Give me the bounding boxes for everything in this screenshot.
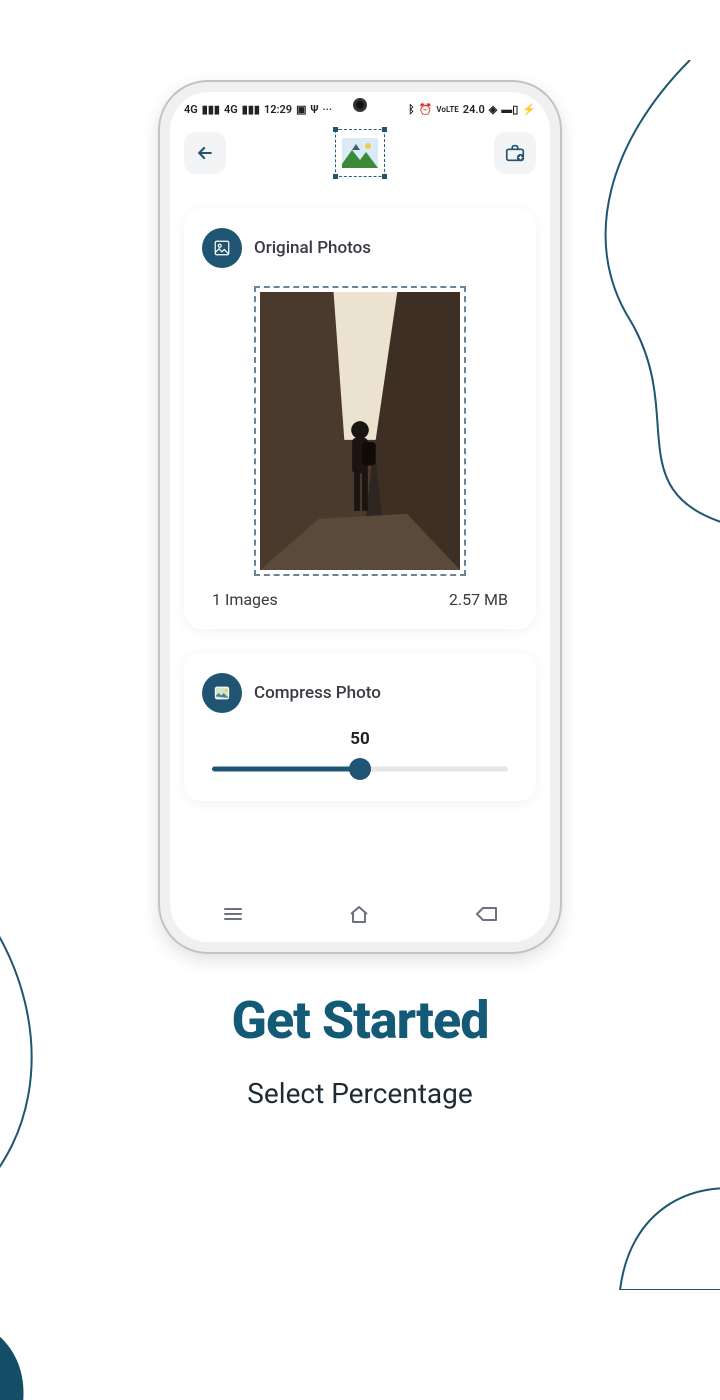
battery-icon: ▬▯ [501,103,518,116]
recent-apps-icon[interactable] [221,902,245,926]
compress-icon [202,673,242,713]
signal-bars-icon: ▮▮▮ [202,103,220,116]
back-softkey-icon[interactable] [473,902,499,926]
app-logo [335,129,385,177]
decor-curve-top-right [570,60,720,540]
image-size-label: 2.57 MB [449,590,508,609]
compress-photo-card: Compress Photo 50 [184,653,536,801]
signal-bars-icon: ▮▮▮ [242,103,260,116]
more-icon: ··· [322,103,332,116]
slider-fill [212,767,360,772]
back-button[interactable] [184,132,226,174]
image-count-label: 1 Images [212,590,278,609]
alarm-icon: ⏰ [419,103,433,116]
headline-title: Get Started [0,990,720,1051]
action-button[interactable] [494,132,536,174]
speed-value: 24.0 [463,103,485,116]
briefcase-add-icon [504,142,526,164]
page-headline: Get Started Select Percentage [0,990,720,1110]
signal-4g-b: 4G [224,103,238,116]
slider-knob[interactable] [349,758,371,780]
slider-value: 50 [202,729,518,749]
percentage-slider[interactable] [212,757,508,781]
decor-curve-bottom-right [550,1150,720,1290]
headline-subtitle: Select Percentage [0,1077,720,1110]
usb-icon: Ψ [310,103,318,116]
arrow-left-icon [195,143,215,163]
volte-icon: VoLTE [436,105,458,114]
app-header [170,122,550,184]
photo-thumbnail [260,292,460,570]
photo-thumbnail-frame[interactable] [254,286,466,576]
front-camera [353,98,367,112]
compress-photo-title: Compress Photo [254,683,381,703]
do-not-disturb-icon: ▣ [296,103,306,116]
clock: 12:29 [264,103,292,116]
original-photos-card: Original Photos 1 Ima [184,208,536,629]
wifi-icon: ◈ [489,103,497,116]
original-photos-title: Original Photos [254,238,371,258]
home-icon[interactable] [347,902,371,926]
phone-mockup: 4G ▮▮▮ 4G ▮▮▮ 12:29 ▣ Ψ ··· ᛒ ⏰ VoLTE 24… [160,82,560,952]
signal-4g-a: 4G [184,103,198,116]
navigation-bar [170,896,550,932]
bluetooth-icon: ᛒ [408,103,415,116]
photo-icon [202,228,242,268]
charging-icon: ⚡ [522,103,536,116]
